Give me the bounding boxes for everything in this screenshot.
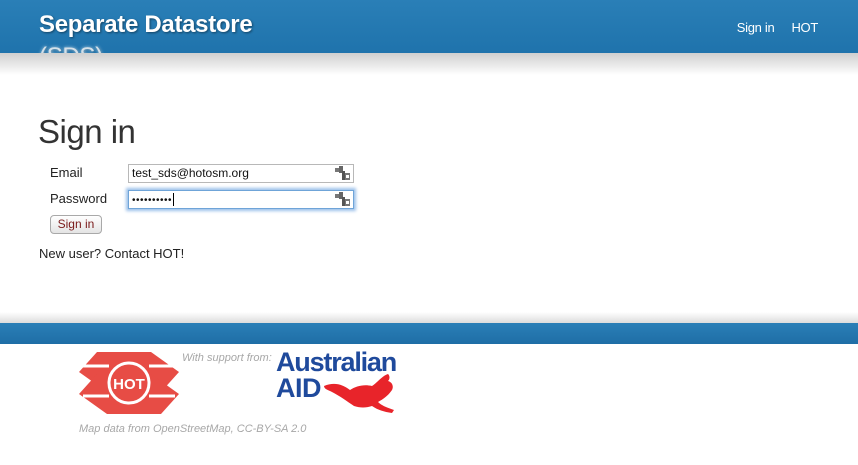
top-nav: Sign in HOT xyxy=(737,20,818,35)
email-label: Email xyxy=(50,165,83,180)
email-value: test_sds@hotosm.org xyxy=(132,166,249,180)
password-label: Password xyxy=(50,191,108,206)
header-shadow xyxy=(0,53,858,75)
new-user-text: New user? Contact HOT! xyxy=(39,246,185,261)
password-key-icon[interactable] xyxy=(335,192,351,207)
email-field[interactable]: test_sds@hotosm.org xyxy=(128,164,354,183)
page-title: Sign in xyxy=(38,113,136,150)
password-key-icon[interactable] xyxy=(335,166,351,181)
password-value: •••••••••• xyxy=(132,195,173,206)
nav-hot-link[interactable]: HOT xyxy=(791,20,818,35)
footer-shadow xyxy=(0,312,858,323)
nav-sign-in-link[interactable]: Sign in xyxy=(737,20,775,35)
support-text: With support from: xyxy=(182,352,272,364)
password-field[interactable]: •••••••••• xyxy=(128,190,354,209)
site-title-main: Separate Datastore xyxy=(39,11,253,38)
text-caret xyxy=(173,193,175,207)
map-attribution-text: Map data from OpenStreetMap, CC-BY-SA 2.… xyxy=(79,423,307,435)
sign-in-button[interactable]: Sign in xyxy=(50,215,102,234)
kangaroo-icon xyxy=(324,374,394,413)
footer-bar xyxy=(0,323,858,344)
site-title[interactable]: Separate Datastore (SDS) xyxy=(39,10,253,70)
australian-aid-logo-line2: AID xyxy=(276,373,322,403)
hot-logo-text: HOT xyxy=(113,376,145,393)
header-bar: Separate Datastore (SDS) Sign in HOT xyxy=(0,0,858,70)
hot-logo[interactable]: HOT xyxy=(79,350,179,416)
